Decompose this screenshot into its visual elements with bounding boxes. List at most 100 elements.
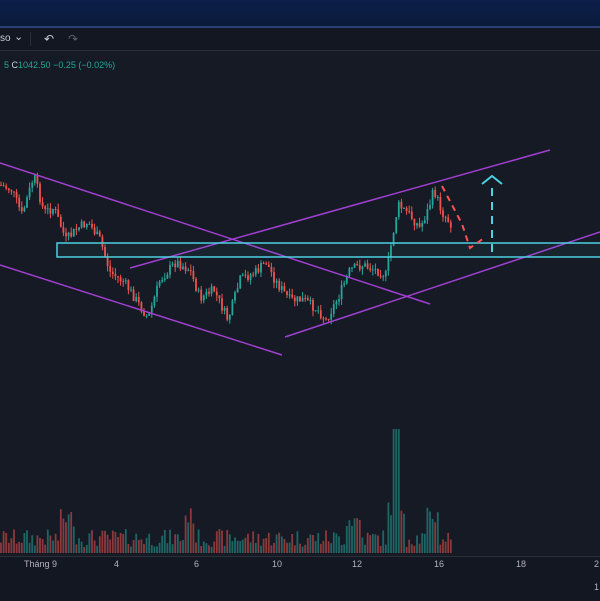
volume-bar <box>124 529 127 553</box>
volume-bar <box>72 526 75 553</box>
volume-bar <box>254 542 257 553</box>
volume-bar <box>423 533 426 553</box>
axis-label-6: 6 <box>194 559 200 569</box>
volume-bar <box>28 542 31 553</box>
volume-bar <box>176 534 179 553</box>
candle-body <box>65 232 67 237</box>
candle-body <box>442 210 444 217</box>
time-axis[interactable] <box>0 556 600 601</box>
volume-bar <box>241 539 244 553</box>
candle-body <box>179 260 182 270</box>
candle-body <box>208 291 210 294</box>
candle-body <box>135 297 138 301</box>
candle-body <box>117 276 119 278</box>
volume-bars <box>0 429 452 553</box>
candle-body <box>254 268 257 275</box>
volume-bar <box>75 544 78 553</box>
candle-body <box>2 185 5 187</box>
candle-body <box>78 227 80 230</box>
volume-bar <box>218 529 221 553</box>
candle-body <box>408 211 411 213</box>
candle-body <box>0 185 2 186</box>
candle-body <box>39 183 41 203</box>
volume-bar <box>260 545 262 553</box>
candle-body <box>444 216 447 218</box>
axis-label-10: 10 <box>272 559 283 569</box>
candle-body <box>26 197 28 208</box>
volume-bar <box>26 530 28 553</box>
chart-canvas[interactable] <box>0 0 600 600</box>
volume-bar <box>431 518 434 553</box>
volume-bar <box>98 536 101 553</box>
candle-body <box>325 318 327 320</box>
volume-bar <box>366 532 369 553</box>
candle-body <box>15 191 18 198</box>
volume-bar <box>130 546 132 553</box>
volume-bar <box>288 542 291 553</box>
volume-bar <box>301 546 304 553</box>
candle-body <box>132 289 135 301</box>
volume-bar <box>179 540 182 553</box>
candle-body <box>13 191 15 193</box>
candle-body <box>161 279 164 282</box>
candle-body <box>28 187 31 198</box>
candle-body <box>18 197 21 208</box>
volume-bar <box>96 545 99 553</box>
volume-bar <box>156 546 158 553</box>
candle-body <box>436 196 439 198</box>
axis-label-12: 12 <box>352 559 363 569</box>
volume-bar <box>319 543 322 553</box>
volume-bar <box>132 539 135 553</box>
volume-bar <box>117 537 119 553</box>
candle-body <box>299 296 301 302</box>
candle-body <box>62 226 65 233</box>
volume-bar <box>265 538 268 553</box>
candle-body <box>70 232 73 237</box>
volume-bar <box>418 543 421 553</box>
volume-bar <box>184 515 187 553</box>
axis-label-month: Tháng 9 <box>24 559 58 569</box>
volume-bar <box>275 534 278 553</box>
candle-body <box>416 223 418 226</box>
candle-body <box>312 299 314 311</box>
candle-body <box>205 291 208 296</box>
candle-body <box>75 228 78 230</box>
volume-bar <box>135 533 138 553</box>
volume-bar <box>104 530 106 553</box>
volume-bar <box>174 534 177 553</box>
volume-bar <box>13 529 15 553</box>
volume-bar <box>223 545 226 553</box>
candle-body <box>189 270 192 272</box>
candle-body <box>343 283 346 286</box>
candle-body <box>366 263 369 269</box>
volume-bar <box>444 541 447 553</box>
volume-bar <box>257 533 260 553</box>
volume-bar <box>374 534 377 553</box>
candle-body <box>270 267 273 273</box>
volume-bar <box>210 546 213 553</box>
volume-bar <box>299 543 301 553</box>
volume-bar <box>325 530 327 553</box>
volume-bar <box>93 540 96 553</box>
candle-body <box>231 300 234 315</box>
volume-bar <box>353 518 356 553</box>
candle-body <box>10 190 13 192</box>
candle-body <box>429 205 431 210</box>
volume-bar <box>312 535 314 553</box>
candle-body <box>361 266 364 270</box>
volume-bar <box>70 512 73 553</box>
candle-body <box>54 208 57 210</box>
candle-body <box>418 223 421 227</box>
candle-body <box>122 281 125 283</box>
candle-body <box>377 268 379 276</box>
volume-bar <box>330 543 333 553</box>
volume-bar <box>286 542 288 553</box>
volume-bar <box>195 542 197 553</box>
candle-body <box>327 318 330 320</box>
candle-body <box>449 222 452 228</box>
candle-body <box>371 269 374 271</box>
candle-body <box>80 221 83 228</box>
candle-body <box>353 263 356 268</box>
candle-body <box>410 211 413 219</box>
volume-bar <box>15 543 18 553</box>
